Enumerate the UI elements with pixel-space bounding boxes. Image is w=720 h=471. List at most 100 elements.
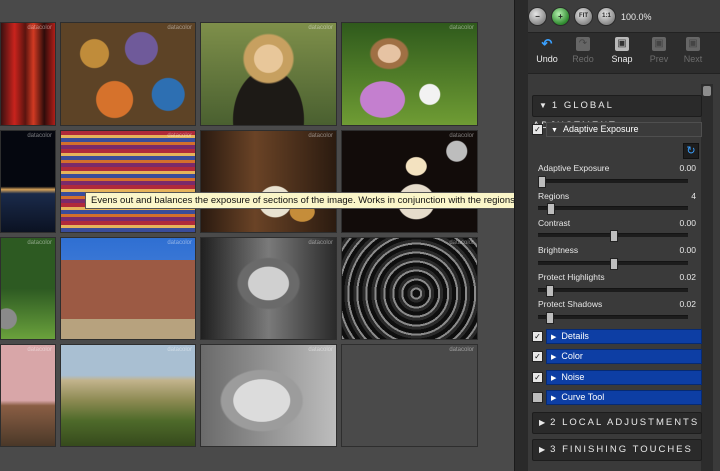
- collapsed-triangle-icon: ▶: [551, 354, 557, 361]
- thumbnail-textiles[interactable]: datacolor: [60, 130, 196, 233]
- watermark: datacolor: [449, 347, 474, 353]
- regions-slider[interactable]: [538, 203, 688, 215]
- watermark: datacolor: [167, 240, 192, 246]
- section-label: 3 FINISHING TOUCHES: [550, 444, 693, 455]
- color-checkbox[interactable]: ✓: [532, 351, 543, 362]
- zoom-value: 100.0%: [621, 12, 652, 22]
- zoom-actual-icon[interactable]: 1:1: [597, 7, 616, 26]
- snap-label: Snap: [611, 54, 633, 64]
- watermark: datacolor: [27, 347, 52, 353]
- redo-button[interactable]: ↷ Redo: [566, 37, 600, 64]
- slider-thumb[interactable]: [610, 230, 618, 242]
- reset-icon[interactable]: ↻: [683, 143, 699, 159]
- thumbnail-test-chart[interactable]: datacolor: [341, 344, 478, 447]
- section-global-adjustment[interactable]: ▼1 GLOBAL ADJUSTMENT: [532, 95, 702, 131]
- color-header[interactable]: ▶ Color: [546, 349, 702, 364]
- zoom-out-icon[interactable]: −: [528, 7, 547, 26]
- watermark: datacolor: [308, 25, 333, 31]
- collapsed-triangle-icon: ▶: [551, 375, 557, 382]
- brightness-slider[interactable]: [538, 258, 688, 270]
- scrollbar-thumb[interactable]: [703, 86, 711, 96]
- next-label: Next: [683, 54, 703, 64]
- details-checkbox[interactable]: ✓: [532, 331, 543, 342]
- undo-icon: ↶: [541, 36, 553, 51]
- slider-value: 4: [691, 191, 696, 201]
- slider-thumb[interactable]: [538, 176, 546, 188]
- noise-checkbox[interactable]: ✓: [532, 372, 543, 383]
- watermark: datacolor: [27, 133, 52, 139]
- redo-label: Redo: [572, 54, 594, 64]
- slider-value: 0.02: [679, 272, 696, 282]
- slider-thumb[interactable]: [545, 285, 554, 297]
- thumbnail-peppers[interactable]: datacolor: [0, 22, 56, 126]
- slider-thumb[interactable]: [545, 312, 554, 324]
- watermark: datacolor: [308, 347, 333, 353]
- protect-shadows-slider[interactable]: [538, 312, 688, 324]
- next-button[interactable]: ▣ Next: [676, 37, 710, 64]
- thumbnail-scooter[interactable]: datacolor: [200, 344, 337, 447]
- watermark: datacolor: [27, 25, 52, 31]
- panel-divider[interactable]: [514, 0, 529, 471]
- slider-value: 0.00: [679, 245, 696, 255]
- thumbnail-adobe-church[interactable]: datacolor: [60, 237, 196, 340]
- image-canvas[interactable]: datacolor datacolor datacolor datacolor …: [0, 0, 514, 471]
- slider-value: 0.00: [679, 218, 696, 228]
- thumbnail-guitarist[interactable]: datacolor: [200, 130, 337, 233]
- expanded-triangle-icon: ▼: [539, 101, 547, 110]
- watermark: datacolor: [449, 240, 474, 246]
- thumbnail-plates[interactable]: datacolor: [60, 22, 196, 126]
- zoom-bar: − + FIT 1:1 100.0%: [528, 0, 720, 32]
- section-local-adjustments[interactable]: ▶ 2 LOCAL ADJUSTMENTS: [532, 412, 702, 434]
- panel-scrollbar[interactable]: [701, 84, 713, 471]
- slider-label: Adaptive Exposure: [538, 163, 610, 173]
- watermark: datacolor: [167, 347, 192, 353]
- section-finishing-touches[interactable]: ▶ 3 FINISHING TOUCHES: [532, 439, 702, 461]
- contrast-slider[interactable]: [538, 230, 688, 242]
- slider-label: Protect Shadows: [538, 299, 603, 309]
- collapsed-triangle-icon: ▶: [539, 445, 546, 454]
- curve-tool-checkbox[interactable]: ✓: [532, 392, 543, 403]
- zoom-fit-icon[interactable]: FIT: [574, 7, 593, 26]
- undo-button[interactable]: ↶ Undo: [530, 36, 564, 65]
- thumbnail-spiral-stairs[interactable]: datacolor: [341, 237, 478, 340]
- thumbnail-girl-flowers[interactable]: datacolor: [341, 22, 478, 126]
- adjustment-panel: − + FIT 1:1 100.0% ↶ Undo ↷ Redo ▣ Snap …: [528, 0, 720, 471]
- collapsed-triangle-icon: ▶: [551, 395, 557, 402]
- thumbnail-portrait-woman[interactable]: datacolor: [200, 22, 337, 126]
- slider-value: 0.02: [679, 299, 696, 309]
- section-label: 2 LOCAL ADJUSTMENTS: [550, 417, 700, 428]
- subsection-label: Adaptive Exposure: [562, 124, 639, 134]
- subsection-label: Color: [561, 351, 583, 361]
- next-icon: ▣: [686, 37, 700, 51]
- details-header[interactable]: ▶ Details: [546, 329, 702, 344]
- zoom-in-icon[interactable]: +: [551, 7, 570, 26]
- noise-header[interactable]: ▶ Noise: [546, 370, 702, 385]
- adaptive-exposure-slider[interactable]: [538, 176, 688, 188]
- thumbnail-bw-portrait[interactable]: datacolor: [200, 237, 337, 340]
- snap-button[interactable]: ▣ Snap: [605, 37, 639, 64]
- thumbnail-performer[interactable]: datacolor: [341, 130, 478, 233]
- slider-thumb[interactable]: [547, 203, 555, 215]
- slider-label: Protect Highlights: [538, 272, 605, 282]
- watermark: datacolor: [449, 133, 474, 139]
- thumbnail-tuscany[interactable]: datacolor: [60, 344, 196, 447]
- edit-toolbar: ↶ Undo ↷ Redo ▣ Snap ▣ Prev ▣ Next: [528, 32, 720, 74]
- slider-thumb[interactable]: [610, 258, 618, 270]
- snapshot-icon: ▣: [615, 37, 629, 51]
- tooltip: Evens out and balances the exposure of s…: [85, 192, 514, 209]
- undo-label: Undo: [536, 54, 558, 64]
- thumbnail-garden[interactable]: datacolor: [0, 237, 56, 340]
- expanded-triangle-icon: ▼: [551, 127, 558, 134]
- protect-highlights-slider[interactable]: [538, 285, 688, 297]
- watermark: datacolor: [308, 240, 333, 246]
- prev-label: Prev: [649, 54, 669, 64]
- prev-button[interactable]: ▣ Prev: [642, 37, 676, 64]
- curve-tool-header[interactable]: ▶ Curve Tool: [546, 390, 702, 405]
- slider-label: Brightness: [538, 245, 579, 255]
- adaptive-exposure-header[interactable]: ▼ Adaptive Exposure: [546, 122, 702, 137]
- adaptive-exposure-checkbox[interactable]: ✓: [532, 124, 543, 135]
- thumbnail-night-city[interactable]: datacolor: [0, 130, 56, 233]
- thumbnail-sunset[interactable]: datacolor: [0, 344, 56, 447]
- watermark: datacolor: [27, 240, 52, 246]
- subsection-label: Noise: [561, 372, 585, 382]
